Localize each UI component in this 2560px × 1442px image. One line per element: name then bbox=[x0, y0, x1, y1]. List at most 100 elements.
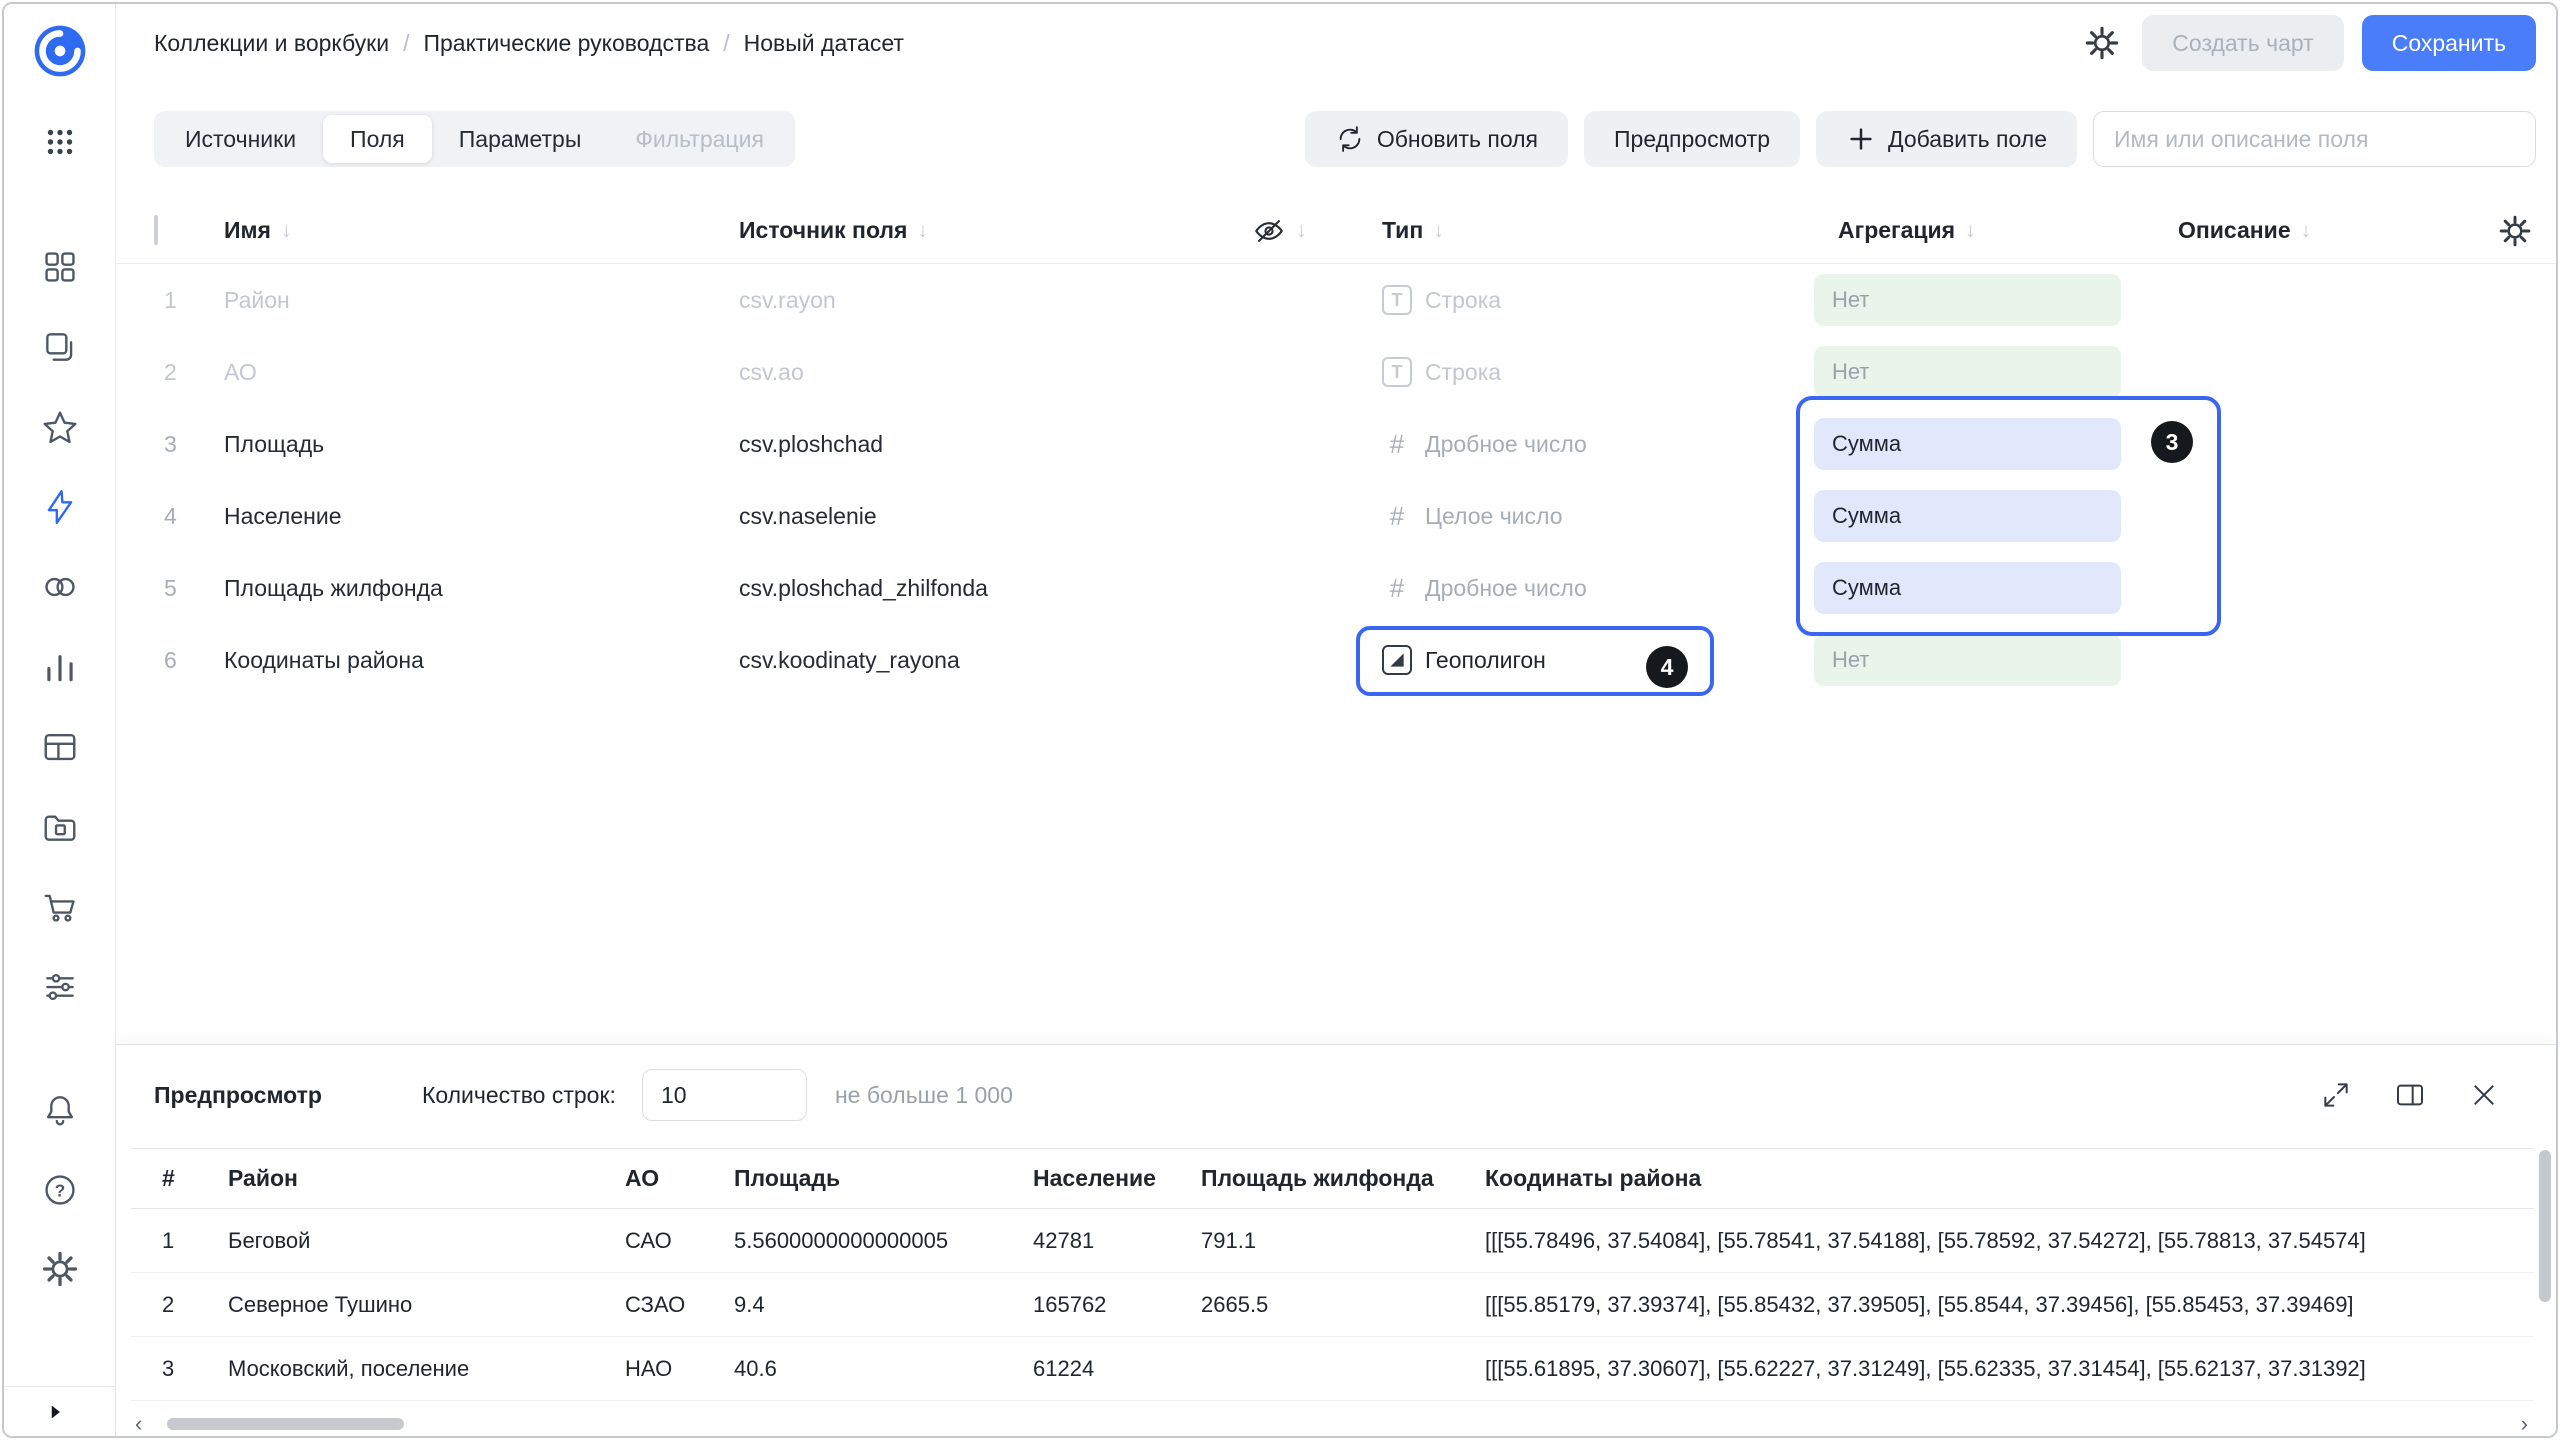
field-name[interactable]: Население bbox=[224, 503, 739, 530]
field-source: csv.ao bbox=[739, 359, 1252, 386]
field-name[interactable]: Коодинаты района bbox=[224, 647, 739, 674]
save-button[interactable]: Сохранить bbox=[2362, 15, 2536, 71]
app-window: ? Коллекции и воркбуки / Практические ру… bbox=[2, 2, 2558, 1438]
notifications-bell-icon[interactable] bbox=[38, 1088, 82, 1132]
field-name[interactable]: Площадь жилфонда bbox=[224, 575, 739, 602]
column-header-type[interactable]: Тип ↓ bbox=[1382, 217, 1814, 244]
geopolygon-type-icon bbox=[1382, 645, 1412, 675]
aggregation-badge[interactable]: Сумма bbox=[1814, 562, 2121, 614]
field-aggregation-select[interactable]: Нет bbox=[1814, 346, 2154, 398]
row-count-input[interactable] bbox=[642, 1069, 807, 1121]
sidebar-item-charts[interactable] bbox=[38, 645, 82, 689]
sidebar-item-workbooks[interactable] bbox=[38, 325, 82, 369]
preview-row: 3 Московский, поселение НАО 40.6 61224 [… bbox=[131, 1337, 2534, 1401]
sidebar-item-dashboards[interactable] bbox=[38, 245, 82, 289]
scroll-right-icon[interactable]: › bbox=[2521, 1411, 2528, 1437]
sidebar-item-favorites[interactable] bbox=[38, 405, 82, 449]
sidebar-item-connections[interactable] bbox=[38, 565, 82, 609]
select-all-checkbox[interactable] bbox=[154, 215, 158, 245]
field-aggregation-select[interactable]: Нет bbox=[1814, 634, 2154, 686]
sidebar-item-marketplace[interactable] bbox=[38, 885, 82, 929]
field-aggregation-select[interactable]: Сумма bbox=[1814, 490, 2154, 542]
sidebar-item-tables[interactable] bbox=[38, 725, 82, 769]
field-row[interactable]: 5 Площадь жилфонда csv.ploshchad_zhilfon… bbox=[116, 552, 2556, 624]
preview-cell: Северное Тушино bbox=[228, 1292, 625, 1318]
field-type-select[interactable]: T Строка bbox=[1382, 285, 1814, 315]
create-chart-button[interactable]: Создать чарт bbox=[2142, 15, 2343, 71]
row-count-label: Количество строк: bbox=[422, 1082, 616, 1109]
field-aggregation-select[interactable]: Сумма bbox=[1814, 418, 2154, 470]
sidebar-item-storage[interactable] bbox=[38, 805, 82, 849]
field-name[interactable]: Площадь bbox=[224, 431, 739, 458]
column-header-name[interactable]: Имя ↓ bbox=[224, 217, 739, 244]
preview-cell-coordinates: [[[55.78496, 37.54084], [55.78541, 37.54… bbox=[1485, 1228, 2534, 1254]
sort-arrow-icon: ↓ bbox=[1433, 219, 1444, 243]
field-type-select[interactable]: # Дробное число bbox=[1382, 573, 1814, 604]
field-type-select[interactable]: Геополигон bbox=[1382, 645, 1814, 675]
field-row[interactable]: 2 АО csv.ao T Строка Нет bbox=[116, 336, 2556, 408]
aggregation-badge[interactable]: Нет bbox=[1814, 346, 2121, 398]
add-field-button[interactable]: Добавить поле bbox=[1816, 111, 2077, 167]
close-icon[interactable] bbox=[2462, 1073, 2506, 1117]
field-source: csv.naselenie bbox=[739, 503, 1252, 530]
collapse-arrow-icon[interactable] bbox=[42, 1399, 68, 1425]
field-type-select[interactable]: # Целое число bbox=[1382, 501, 1814, 532]
field-source: csv.ploshchad_zhilfonda bbox=[739, 575, 1252, 602]
tab-parameters[interactable]: Параметры bbox=[432, 115, 609, 163]
datalens-logo[interactable] bbox=[30, 21, 90, 81]
field-aggregation-select[interactable]: Нет bbox=[1814, 274, 2154, 326]
column-header-hidden[interactable]: ↓ bbox=[1252, 214, 1382, 248]
refresh-fields-button[interactable]: Обновить поля bbox=[1305, 111, 1568, 167]
tab-sources[interactable]: Источники bbox=[158, 115, 323, 163]
aggregation-badge[interactable]: Сумма bbox=[1814, 418, 2121, 470]
field-row[interactable]: 4 Население csv.naselenie # Целое число … bbox=[116, 480, 2556, 552]
horizontal-scrollbar-thumb[interactable] bbox=[167, 1418, 404, 1430]
sort-arrow-icon: ↓ bbox=[1965, 219, 1976, 243]
dataset-settings-gear-icon[interactable] bbox=[2080, 21, 2124, 65]
field-search-input[interactable] bbox=[2093, 111, 2536, 167]
field-name[interactable]: АО bbox=[224, 359, 739, 386]
number-type-icon: # bbox=[1382, 429, 1412, 460]
preview-col-ao: АО bbox=[625, 1165, 734, 1192]
preview-col-rayon: Район bbox=[228, 1165, 625, 1192]
preview-cell-coordinates: [[[55.85179, 37.39374], [55.85432, 37.39… bbox=[1485, 1292, 2534, 1318]
breadcrumb-collections[interactable]: Коллекции и воркбуки bbox=[154, 30, 389, 57]
row-number: 1 bbox=[154, 287, 224, 314]
expand-icon[interactable] bbox=[2314, 1073, 2358, 1117]
preview-col-naselenie: Население bbox=[1033, 1165, 1201, 1192]
vertical-scrollbar-thumb[interactable] bbox=[2539, 1150, 2551, 1302]
sidebar-item-datalens[interactable] bbox=[38, 485, 82, 529]
aggregation-badge[interactable]: Нет bbox=[1814, 274, 2121, 326]
aggregation-badge[interactable]: Сумма bbox=[1814, 490, 2121, 542]
apps-grid-icon[interactable] bbox=[38, 120, 82, 164]
sidebar: ? bbox=[4, 4, 116, 1436]
tab-filtering[interactable]: Фильтрация bbox=[608, 115, 791, 163]
column-header-aggregation[interactable]: Агрегация ↓ bbox=[1814, 217, 2154, 244]
field-aggregation-select[interactable]: Сумма bbox=[1814, 562, 2154, 614]
aggregation-badge[interactable]: Нет bbox=[1814, 634, 2121, 686]
table-settings-gear-icon[interactable] bbox=[2498, 214, 2556, 248]
split-view-icon[interactable] bbox=[2388, 1073, 2432, 1117]
vertical-scrollbar[interactable] bbox=[2538, 1148, 2552, 1411]
preview-toggle-button[interactable]: Предпросмотр bbox=[1584, 111, 1800, 167]
field-row[interactable]: 6 Коодинаты района csv.koodinaty_rayona … bbox=[116, 624, 2556, 696]
preview-row: 2 Северное Тушино СЗАО 9.4 165762 2665.5… bbox=[131, 1273, 2534, 1337]
help-icon[interactable]: ? bbox=[38, 1168, 82, 1212]
sidebar-item-services[interactable] bbox=[38, 965, 82, 1009]
settings-gear-icon[interactable] bbox=[38, 1247, 82, 1291]
column-header-source[interactable]: Источник поля ↓ bbox=[739, 217, 1252, 244]
field-row[interactable]: 1 Район csv.rayon T Строка Нет bbox=[116, 264, 2556, 336]
plus-icon bbox=[1846, 124, 1876, 154]
preview-cell: НАО bbox=[625, 1356, 734, 1382]
field-source: csv.ploshchad bbox=[739, 431, 1252, 458]
field-type-select[interactable]: # Дробное число bbox=[1382, 429, 1814, 460]
field-type-select[interactable]: T Строка bbox=[1382, 357, 1814, 387]
scroll-left-icon[interactable]: ‹ bbox=[135, 1411, 142, 1437]
sort-arrow-icon: ↓ bbox=[1296, 219, 1307, 243]
horizontal-scrollbar[interactable]: ‹ › bbox=[131, 1411, 2556, 1436]
column-header-description[interactable]: Описание ↓ bbox=[2154, 217, 2484, 244]
field-name[interactable]: Район bbox=[224, 287, 739, 314]
preview-cell: 165762 bbox=[1033, 1292, 1201, 1318]
tab-fields[interactable]: Поля bbox=[323, 115, 432, 163]
breadcrumb-guides[interactable]: Практические руководства bbox=[423, 30, 709, 57]
